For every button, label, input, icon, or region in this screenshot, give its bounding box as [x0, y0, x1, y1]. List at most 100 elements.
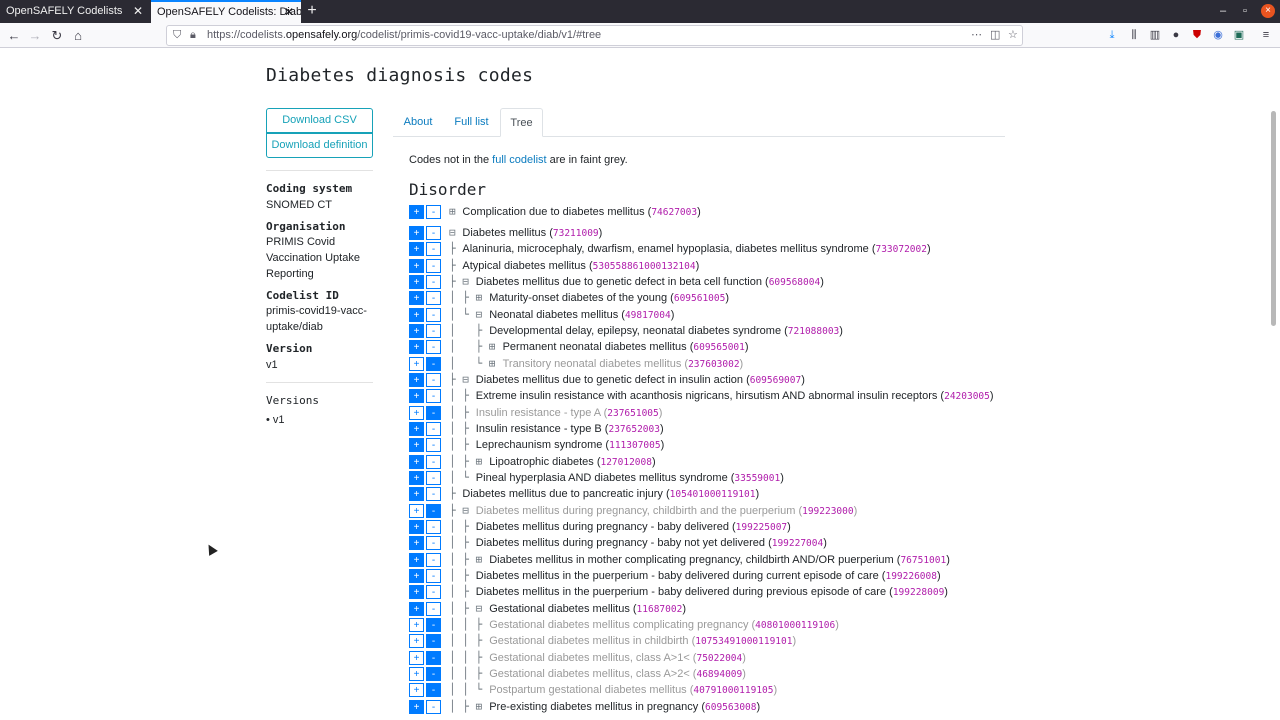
library-icon[interactable]: ⫼: [1127, 28, 1141, 42]
forward-icon[interactable]: →: [25, 26, 45, 46]
browser-tab-2[interactable]: OpenSAFELY Codelists: Diab ✕: [151, 0, 301, 23]
exclude-button[interactable]: -: [426, 291, 441, 305]
include-button[interactable]: +: [409, 471, 424, 485]
new-tab-button[interactable]: +: [303, 0, 321, 23]
exclude-button[interactable]: -: [426, 569, 441, 583]
include-button[interactable]: +: [409, 520, 424, 534]
include-button[interactable]: +: [409, 700, 424, 714]
menu-icon[interactable]: ≡: [1259, 28, 1273, 42]
include-button[interactable]: +: [409, 324, 424, 338]
exclude-button[interactable]: -: [426, 308, 441, 322]
extension-2-icon[interactable]: ▣: [1232, 28, 1246, 42]
include-button[interactable]: +: [409, 205, 424, 219]
include-button[interactable]: +: [409, 226, 424, 240]
tab-about[interactable]: About: [397, 108, 439, 137]
minimize-icon[interactable]: –: [1212, 0, 1234, 23]
expand-toggle-icon[interactable]: │ ├ ⊞: [449, 699, 489, 715]
expand-toggle-icon[interactable]: │ ├ ⊞: [449, 339, 502, 355]
exclude-button[interactable]: -: [426, 242, 441, 256]
download-csv-button[interactable]: Download CSV: [266, 108, 373, 133]
include-button[interactable]: +: [409, 536, 424, 550]
exclude-button[interactable]: -: [426, 536, 441, 550]
exclude-button[interactable]: -: [426, 205, 441, 219]
expand-toggle-icon[interactable]: │ └ ⊟: [449, 307, 489, 323]
url-text[interactable]: https://codelists.opensafely.org/codelis…: [207, 26, 601, 45]
include-button[interactable]: +: [409, 275, 424, 289]
exclude-button[interactable]: -: [426, 602, 441, 616]
include-button[interactable]: +: [409, 569, 424, 583]
version-link[interactable]: • v1: [266, 412, 376, 428]
include-button[interactable]: +: [409, 438, 424, 452]
window-close-icon[interactable]: ×: [1261, 4, 1275, 18]
expand-toggle-icon[interactable]: ⊟: [449, 225, 462, 241]
exclude-button[interactable]: -: [426, 471, 441, 485]
include-button[interactable]: +: [409, 357, 424, 371]
exclude-button[interactable]: -: [426, 634, 441, 648]
close-icon[interactable]: ✕: [133, 0, 143, 23]
reload-icon[interactable]: ↻: [47, 26, 67, 46]
exclude-button[interactable]: -: [426, 487, 441, 501]
expand-toggle-icon[interactable]: │ ├ ⊟: [449, 601, 489, 617]
include-button[interactable]: +: [409, 504, 424, 518]
exclude-button[interactable]: -: [426, 357, 441, 371]
download-icon[interactable]: ⤓: [1105, 28, 1119, 42]
include-button[interactable]: +: [409, 242, 424, 256]
include-button[interactable]: +: [409, 259, 424, 273]
exclude-button[interactable]: -: [426, 438, 441, 452]
pocket-icon[interactable]: ◫: [990, 26, 1000, 45]
exclude-button[interactable]: -: [426, 226, 441, 240]
exclude-button[interactable]: -: [426, 520, 441, 534]
include-button[interactable]: +: [409, 651, 424, 665]
include-button[interactable]: +: [409, 406, 424, 420]
include-button[interactable]: +: [409, 683, 424, 697]
exclude-button[interactable]: -: [426, 406, 441, 420]
exclude-button[interactable]: -: [426, 259, 441, 273]
ublock-icon[interactable]: ⛊: [1190, 28, 1204, 42]
exclude-button[interactable]: -: [426, 683, 441, 697]
include-button[interactable]: +: [409, 585, 424, 599]
include-button[interactable]: +: [409, 389, 424, 403]
more-icon[interactable]: ⋯: [971, 26, 982, 45]
exclude-button[interactable]: -: [426, 340, 441, 354]
include-button[interactable]: +: [409, 602, 424, 616]
exclude-button[interactable]: -: [426, 618, 441, 632]
exclude-button[interactable]: -: [426, 700, 441, 714]
url-bar[interactable]: ⛉ 🔒︎ https://codelists.opensafely.org/co…: [166, 25, 1023, 46]
include-button[interactable]: +: [409, 634, 424, 648]
include-button[interactable]: +: [409, 487, 424, 501]
include-button[interactable]: +: [409, 455, 424, 469]
shield-icon[interactable]: ⛉: [173, 26, 181, 45]
include-button[interactable]: +: [409, 618, 424, 632]
exclude-button[interactable]: -: [426, 373, 441, 387]
exclude-button[interactable]: -: [426, 422, 441, 436]
expand-toggle-icon[interactable]: ├ ⊟: [449, 372, 476, 388]
back-icon[interactable]: ←: [4, 26, 24, 46]
exclude-button[interactable]: -: [426, 455, 441, 469]
download-definition-button[interactable]: Download definition: [266, 133, 373, 158]
expand-toggle-icon[interactable]: │ └ ⊞: [449, 356, 502, 372]
expand-toggle-icon[interactable]: │ ├ ⊞: [449, 290, 489, 306]
include-button[interactable]: +: [409, 340, 424, 354]
expand-toggle-icon[interactable]: │ ├ ⊞: [449, 454, 489, 470]
page-scrollbar[interactable]: [1271, 111, 1276, 326]
tab-tree[interactable]: Tree: [500, 108, 543, 137]
expand-toggle-icon[interactable]: ├ ⊟: [449, 274, 476, 290]
include-button[interactable]: +: [409, 422, 424, 436]
expand-toggle-icon[interactable]: ├ ⊟: [449, 503, 476, 519]
maximize-icon[interactable]: ▫: [1234, 0, 1256, 23]
extension-icon[interactable]: ◉: [1211, 28, 1225, 42]
version-link-label[interactable]: v1: [273, 414, 285, 426]
exclude-button[interactable]: -: [426, 504, 441, 518]
exclude-button[interactable]: -: [426, 324, 441, 338]
expand-toggle-icon[interactable]: │ ├ ⊞: [449, 552, 489, 568]
lock-icon[interactable]: 🔒︎: [190, 26, 196, 45]
include-button[interactable]: +: [409, 308, 424, 322]
expand-toggle-icon[interactable]: ⊞: [449, 204, 462, 220]
include-button[interactable]: +: [409, 667, 424, 681]
include-button[interactable]: +: [409, 553, 424, 567]
exclude-button[interactable]: -: [426, 553, 441, 567]
exclude-button[interactable]: -: [426, 585, 441, 599]
full-codelist-link[interactable]: full codelist: [492, 154, 546, 166]
include-button[interactable]: +: [409, 291, 424, 305]
browser-tab-1[interactable]: OpenSAFELY Codelists ✕: [0, 0, 150, 23]
